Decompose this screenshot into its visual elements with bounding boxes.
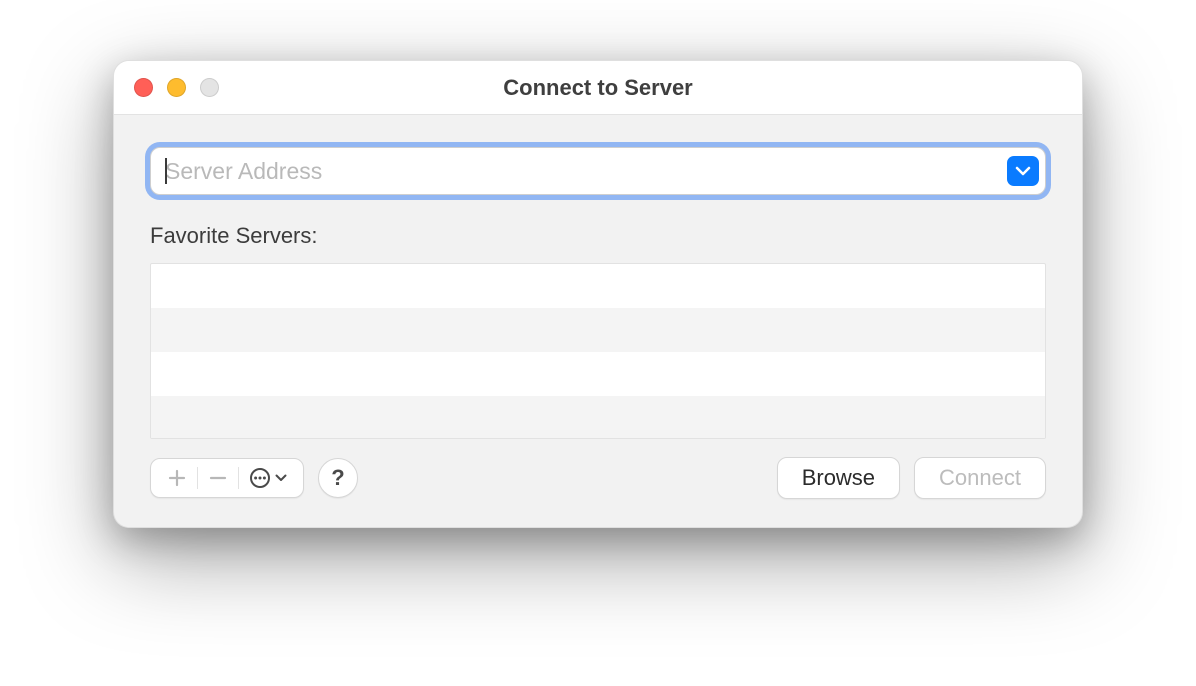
server-address-input[interactable]: [165, 148, 1007, 194]
remove-favorite-button[interactable]: [202, 459, 234, 497]
text-cursor: [165, 158, 167, 184]
add-favorite-button[interactable]: [161, 459, 193, 497]
favorite-servers-label: Favorite Servers:: [150, 223, 1046, 249]
browse-button[interactable]: Browse: [777, 457, 900, 499]
titlebar: Connect to Server: [114, 61, 1082, 115]
traffic-lights: [134, 78, 219, 97]
server-address-field[interactable]: [150, 147, 1046, 195]
list-row: [151, 352, 1045, 396]
connect-to-server-window: Connect to Server Favorite Servers:: [113, 60, 1083, 528]
plus-icon: [168, 469, 186, 487]
question-mark-icon: ?: [331, 465, 344, 491]
zoom-window-button: [200, 78, 219, 97]
help-button[interactable]: ?: [318, 458, 358, 498]
list-edit-controls: [150, 458, 304, 498]
connect-button: Connect: [914, 457, 1046, 499]
minus-icon: [209, 469, 227, 487]
minimize-window-button[interactable]: [167, 78, 186, 97]
close-window-button[interactable]: [134, 78, 153, 97]
footer-toolbar: ? Browse Connect: [150, 457, 1046, 499]
address-history-dropdown[interactable]: [1007, 156, 1039, 186]
list-row: [151, 396, 1045, 439]
list-row: [151, 264, 1045, 308]
favorite-servers-list[interactable]: [150, 263, 1046, 439]
chevron-down-icon: [1015, 165, 1031, 177]
content-area: Favorite Servers:: [114, 115, 1082, 527]
actions-menu-button[interactable]: [243, 459, 293, 497]
divider: [238, 467, 239, 489]
window-title: Connect to Server: [114, 75, 1082, 101]
chevron-down-icon: [275, 473, 287, 483]
list-row: [151, 308, 1045, 352]
ellipsis-circle-icon: [249, 467, 271, 489]
divider: [197, 467, 198, 489]
